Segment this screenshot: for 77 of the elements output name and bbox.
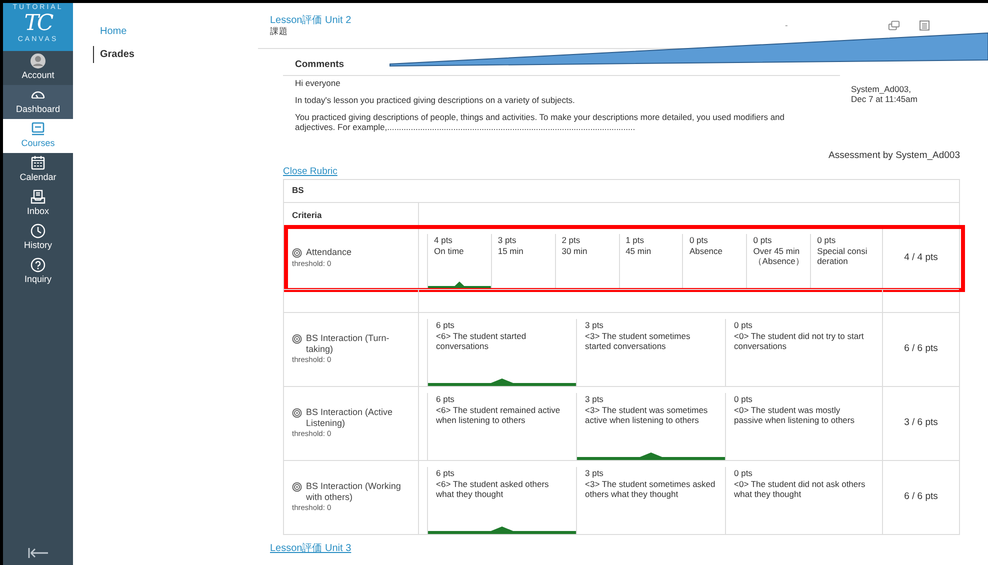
criterion-name: Attendance [306, 247, 352, 258]
sidebar-nav-item[interactable]: Inbox [3, 187, 73, 221]
rating-description: 45 min [624, 246, 652, 258]
rating-points: 0 pts [733, 318, 754, 331]
rating-points: 3 pts [496, 234, 518, 246]
target-icon [292, 408, 302, 418]
comment-text: In today's lesson you practiced giving descriptions on a variety of subjects. [295, 96, 576, 106]
target-icon [292, 334, 302, 344]
assignment-type-text: 課題 [270, 26, 289, 36]
sidebar-nav-item[interactable]: History [3, 221, 73, 255]
sidebar-nav-item[interactable]: Account [3, 51, 73, 85]
rating-points: 2 pts [560, 234, 582, 246]
rating-points: 0 pts [688, 234, 709, 246]
rating-points: 1 pts [624, 234, 646, 246]
rating-points: 3 pts [584, 466, 604, 479]
assignment-title-link[interactable]: Lesson評価 Unit 2 [270, 15, 352, 26]
rating-points: 0 pts [752, 234, 773, 246]
collapse-button[interactable] [26, 546, 50, 559]
target-icon [292, 248, 302, 258]
rating-description: <6> The student asked others what they thought [435, 478, 550, 501]
question-icon [30, 257, 46, 274]
rating-description: <0> The student did not ask others what they thought [733, 478, 866, 501]
criterion-name: BS Interaction (Turn-taking) [306, 332, 390, 354]
score-text: 6 / 6 pts [904, 490, 938, 504]
score-text: 6 / 6 pts [904, 342, 938, 356]
rating-description: <0> The student did not try to start conversations [733, 330, 865, 353]
rating-description: <0> The student was mostly passive when listening to others [733, 404, 856, 427]
rating-description: <3> The student sometimes asked others what they thought [584, 478, 716, 501]
rating-points: 0 pts [816, 234, 837, 246]
rating-points: 6 pts [435, 318, 456, 331]
rating-description: 15 min [496, 246, 524, 258]
dash-text: - [785, 21, 788, 31]
course-nav-link[interactable]: Home [93, 23, 258, 40]
rating-points: 3 pts [584, 392, 604, 405]
score-text: 3 / 6 pts [904, 416, 938, 430]
course-nav-link[interactable]: Grades [93, 46, 258, 63]
comment-date: Dec 7 at 11:45am [851, 94, 918, 105]
rating-points: 6 pts [435, 392, 456, 405]
next-assignment-link[interactable]: Lesson評価 Unit 3 [270, 540, 352, 556]
rating-description: <6> The student started conversations [435, 330, 528, 353]
sidebar-nav-item[interactable]: Dashboard [3, 85, 73, 119]
sidebar-nav-item[interactable]: Calendar [3, 153, 73, 187]
inbox-tray-icon [30, 189, 46, 206]
score-text: 4 / 4 pts [904, 251, 938, 266]
rating-points: 0 pts [733, 466, 754, 479]
rating-description: 30 min [560, 246, 588, 258]
criteria-heading: Criteria [292, 210, 322, 220]
collapse-arrow-icon [26, 547, 50, 559]
rating-description: <3> The student was sometimes active when listening to others [584, 404, 709, 427]
rating-description: Absence [688, 246, 724, 258]
rating-description: On time [433, 246, 465, 258]
comment-text: You practiced giving descriptions of people, things and activities. To make your descriptions more detailed, you used modifiers and adjectives. For example,......................................................................................................... [295, 112, 786, 132]
assessment-by-text: Assessment by System_Ad003 [828, 150, 960, 162]
monitor-icon [30, 121, 46, 138]
document-icon [918, 20, 930, 31]
rating-description: Special consideration [816, 246, 868, 268]
avatar-icon [30, 53, 46, 70]
rating-points: 6 pts [435, 466, 456, 479]
clock-icon [30, 223, 46, 240]
comment-text: Hi everyone [295, 79, 342, 90]
criterion-name: BS Interaction (Active Listening) [306, 406, 394, 428]
rating-points: 3 pts [584, 318, 604, 331]
bubbles-icon [888, 20, 900, 31]
sidebar-nav-item[interactable]: Courses [3, 119, 73, 153]
target-icon [292, 482, 302, 492]
calendar-icon [30, 155, 46, 172]
criterion-name: BS Interaction (Working with others) [306, 480, 402, 502]
logo-mark: TC [24, 12, 52, 36]
rating-description: <3> The student sometimes started conversations [584, 330, 692, 353]
comment-author: System_Ad003, [851, 85, 912, 95]
sidebar-nav-item[interactable]: Inquiry [3, 255, 73, 289]
rating-description: <6> The student remained active when listening to others [435, 404, 562, 427]
close-rubric-link[interactable]: Close Rubric [283, 164, 338, 179]
rubric-title: BS [292, 184, 304, 195]
rating-points: 4 pts [433, 234, 454, 246]
rating-points: 0 pts [733, 392, 754, 405]
rating-description: Over 45 min （Absence） [752, 246, 806, 268]
